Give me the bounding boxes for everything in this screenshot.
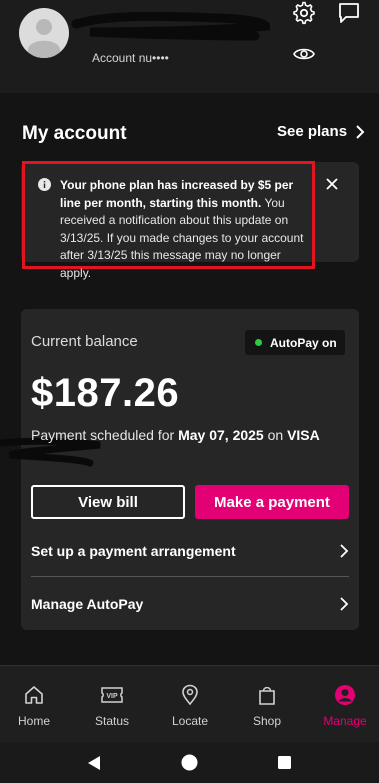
tab-status[interactable]: VIP Status: [76, 684, 148, 728]
tab-manage[interactable]: Manage: [309, 684, 379, 728]
chat-icon[interactable]: [337, 1, 361, 25]
notice-message: Your phone plan has increased by $5 per …: [60, 177, 304, 282]
schedule-prefix: Payment scheduled for: [31, 427, 179, 443]
see-plans-link[interactable]: See plans: [277, 123, 365, 140]
divider: [31, 576, 349, 577]
notice-bold: Your phone plan has increased by $5 per …: [60, 178, 294, 210]
page-title: My account: [22, 123, 127, 144]
payment-arrangement-label: Set up a payment arrangement: [31, 543, 236, 559]
redaction-scribble: [71, 11, 270, 41]
current-balance-label: Current balance: [31, 333, 138, 350]
payment-schedule: Payment scheduled for May 07, 2025 on VI…: [31, 427, 320, 443]
back-icon[interactable]: [87, 755, 101, 771]
location-pin-icon: [182, 684, 198, 706]
tab-label: Home: [17, 714, 50, 728]
svg-text:VIP: VIP: [106, 693, 118, 700]
autopay-status: AutoPay on: [270, 335, 337, 350]
gear-icon[interactable]: [292, 1, 316, 25]
chevron-right-icon: [340, 544, 349, 558]
home-icon: [25, 686, 43, 704]
system-nav-bar: [0, 742, 379, 783]
see-plans-label: See plans: [277, 123, 348, 140]
chevron-right-icon: [356, 124, 365, 139]
user-circle-icon: [335, 685, 355, 705]
make-payment-button[interactable]: Make a payment: [195, 485, 349, 519]
schedule-card: VISA: [287, 427, 320, 443]
home-button-icon[interactable]: [181, 754, 198, 771]
payment-arrangement-row[interactable]: Set up a payment arrangement: [31, 539, 349, 563]
recents-icon[interactable]: [278, 756, 291, 769]
tab-label: Locate: [171, 714, 209, 728]
tab-home[interactable]: Home: [0, 684, 70, 728]
account-number: Account nu••••: [92, 51, 169, 65]
manage-autopay-row[interactable]: Manage AutoPay: [31, 592, 349, 616]
status-dot-icon: [255, 339, 262, 346]
close-icon[interactable]: [324, 176, 340, 192]
info-icon: [38, 178, 51, 191]
schedule-date: May 07, 2025: [178, 427, 264, 443]
manage-autopay-label: Manage AutoPay: [31, 596, 144, 612]
avatar[interactable]: [19, 8, 69, 58]
balance-amount: $187.26: [31, 371, 180, 415]
tab-label: Manage: [323, 714, 367, 728]
chevron-right-icon: [340, 597, 349, 611]
bottom-tab-bar: Home VIP Status Locate Shop Manage: [0, 665, 379, 742]
eye-icon[interactable]: [292, 42, 316, 66]
schedule-mid: on: [263, 427, 288, 443]
vip-ticket-icon: VIP: [101, 687, 123, 703]
tab-label: Status: [94, 714, 130, 728]
shopping-bag-icon: [259, 686, 275, 705]
autopay-badge: AutoPay on: [245, 330, 345, 355]
view-bill-button[interactable]: View bill: [31, 485, 185, 519]
tab-shop[interactable]: Shop: [231, 684, 303, 728]
tab-locate[interactable]: Locate: [154, 684, 226, 728]
tab-label: Shop: [252, 714, 282, 728]
